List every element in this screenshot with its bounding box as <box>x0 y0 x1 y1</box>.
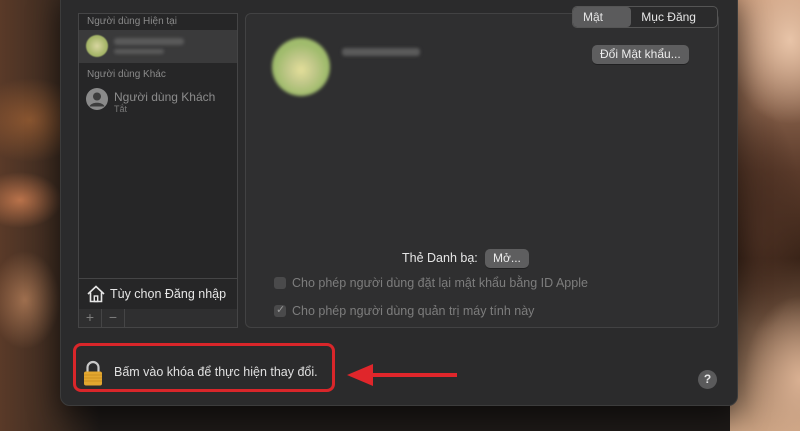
user-profile-picture[interactable] <box>272 38 330 96</box>
open-contact-button[interactable]: Mở... <box>485 249 529 268</box>
tab-bar: Mật khẩu Mục Đăng nhập <box>572 6 718 28</box>
house-icon <box>87 285 105 303</box>
guest-user-name: Người dùng Khách <box>114 90 216 104</box>
users-groups-window: Người dùng Hiện tại Người dùng Khác Ngườ… <box>60 0 738 406</box>
lock-icon[interactable] <box>83 360 103 386</box>
users-sidebar: Người dùng Hiện tại Người dùng Khác Ngườ… <box>78 13 238 310</box>
guest-user-status: Tắt <box>114 104 128 114</box>
help-icon[interactable]: ? <box>698 370 717 389</box>
admin-label: Cho phép người dùng quản trị máy tính nà… <box>292 304 535 318</box>
user-icon <box>86 88 108 110</box>
change-password-button[interactable]: Đổi Mật khẩu... <box>592 45 689 64</box>
tab-login-items[interactable]: Mục Đăng nhập <box>631 7 717 27</box>
admin-row: ✓ Cho phép người dùng quản trị máy tính … <box>274 304 534 318</box>
lock-instruction-text: Bấm vào khóa để thực hiện thay đổi. <box>114 365 318 379</box>
arrow-icon <box>347 364 457 386</box>
contact-card-label: Thẻ Danh bạ: <box>402 251 478 265</box>
remove-user-button[interactable]: − <box>102 309 125 327</box>
sidebar-item-guest-user[interactable]: Người dùng Khách Tắt <box>79 83 237 116</box>
reset-with-apple-id-row: Cho phép người dùng đặt lại mật khẩu bằn… <box>274 276 588 290</box>
admin-checkbox[interactable]: ✓ <box>274 304 286 317</box>
sidebar-item-current-user[interactable] <box>79 30 237 63</box>
add-user-button[interactable]: + <box>79 309 102 327</box>
blurred-user-name <box>114 38 184 45</box>
blurred-user-role <box>114 49 164 54</box>
other-users-header: Người dùng Khác <box>87 69 166 80</box>
add-remove-bar: + − <box>78 309 238 328</box>
current-user-avatar <box>86 35 108 57</box>
login-options-item[interactable]: Tùy chọn Đăng nhập <box>79 278 237 309</box>
current-users-header: Người dùng Hiện tại <box>87 16 177 27</box>
reset-with-apple-id-label: Cho phép người dùng đặt lại mật khẩu bằn… <box>292 276 588 290</box>
login-options-label: Tùy chọn Đăng nhập <box>110 287 227 301</box>
user-detail-panel: Mật khẩu Mục Đăng nhập Đổi Mật khẩu... T… <box>245 6 719 328</box>
tab-password[interactable]: Mật khẩu <box>573 7 632 27</box>
desktop-wallpaper-photo <box>730 0 800 431</box>
blurred-profile-name <box>342 48 420 56</box>
reset-with-apple-id-checkbox[interactable] <box>274 277 286 289</box>
